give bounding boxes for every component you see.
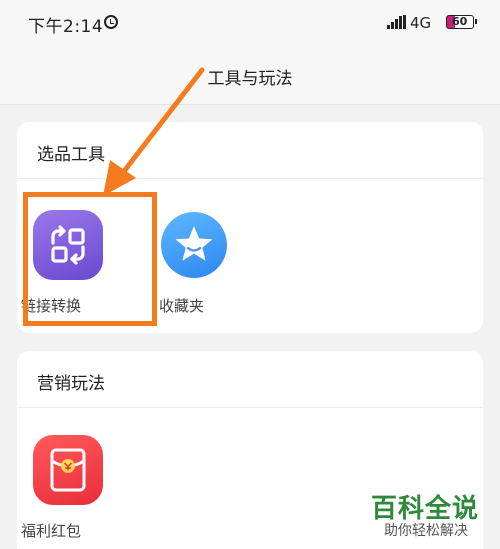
nav-bar: 工具与玩法 <box>0 48 500 105</box>
section-title: 选品工具 <box>37 145 105 165</box>
divider <box>17 178 483 179</box>
star-icon <box>161 212 227 278</box>
highlight-box <box>23 192 157 326</box>
divider <box>17 407 483 408</box>
section-title: 营销玩法 <box>37 374 105 394</box>
tool-red-packet[interactable]: 福利红包 <box>17 423 107 540</box>
battery-level: 60 <box>452 15 468 28</box>
network-type: 4G <box>410 14 432 32</box>
watermark-subtitle: 助你轻松解决 <box>384 523 468 539</box>
status-bar: 下午2:14 4G 60 <box>0 0 500 48</box>
page-title: 工具与玩法 <box>207 69 293 89</box>
red-packet-icon <box>33 435 103 505</box>
tool-label: 福利红包 <box>21 522 82 540</box>
status-time: 下午2:14 <box>28 17 104 37</box>
tool-label: 收藏夹 <box>159 297 205 315</box>
alarm-icon <box>104 15 118 29</box>
battery-icon: 60 <box>446 15 477 29</box>
signal-icon <box>387 15 407 29</box>
